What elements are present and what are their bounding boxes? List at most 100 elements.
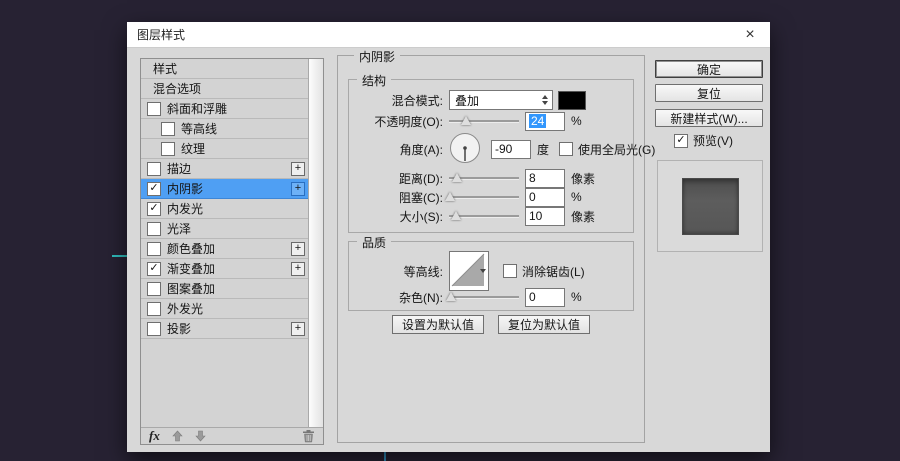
add-effect-instance-button[interactable]: +	[291, 322, 305, 336]
preview-checkbox[interactable]: 预览(V)	[674, 132, 733, 149]
distance-slider-thumb[interactable]	[452, 173, 462, 182]
dialog-titlebar[interactable]: 图层样式 ×	[127, 22, 770, 48]
choke-label: 阻塞(C):	[355, 189, 443, 206]
new-style-button[interactable]: 新建样式(W)...	[655, 109, 763, 127]
sidebar-item-内阴影[interactable]: 内阴影+	[141, 179, 309, 199]
angle-input[interactable]: -90	[491, 140, 531, 159]
opacity-value: 24	[529, 114, 546, 128]
sidebar-item-label: 渐变叠加	[167, 260, 215, 277]
sidebar-item-纹理[interactable]: 纹理	[141, 139, 309, 159]
choke-slider[interactable]	[449, 190, 519, 204]
choke-input[interactable]: 0	[525, 188, 565, 207]
antialias-checkbox[interactable]: 消除锯齿(L)	[503, 263, 585, 280]
size-slider[interactable]	[449, 209, 519, 223]
sidebar-item-label: 斜面和浮雕	[167, 100, 227, 117]
noise-slider-thumb[interactable]	[446, 292, 456, 301]
sidebar-item-样式[interactable]: 样式	[141, 59, 309, 79]
style-enable-checkbox[interactable]	[147, 242, 161, 256]
style-enable-checkbox[interactable]	[147, 262, 161, 276]
antialias-label: 消除锯齿(L)	[522, 263, 585, 280]
preview-checkbox-box[interactable]	[674, 134, 688, 148]
sidebar-item-颜色叠加[interactable]: 颜色叠加 +	[141, 239, 309, 259]
blend-mode-select[interactable]: 叠加	[449, 90, 553, 110]
noise-value: 0	[529, 290, 536, 304]
reset-button[interactable]: 复位	[655, 84, 763, 102]
sidebar-item-斜面和浮雕[interactable]: 斜面和浮雕	[141, 99, 309, 119]
reset-default-button[interactable]: 复位为默认值	[498, 315, 590, 334]
style-enable-checkbox[interactable]	[147, 202, 161, 216]
opacity-unit: %	[571, 114, 582, 128]
contour-picker[interactable]	[449, 251, 489, 291]
style-enable-checkbox[interactable]	[147, 162, 161, 176]
size-slider-thumb[interactable]	[451, 211, 461, 220]
distance-label: 距离(D):	[355, 170, 443, 187]
inner-shadow-panel: 内阴影 结构 混合模式: 叠加 不透明度(O): 24 %	[337, 55, 645, 443]
distance-value: 8	[529, 171, 536, 185]
sidebar-item-渐变叠加[interactable]: 渐变叠加 +	[141, 259, 309, 279]
antialias-checkbox-box[interactable]	[503, 264, 517, 278]
opacity-label: 不透明度(O):	[355, 113, 443, 130]
styles-list-scrollbar[interactable]	[308, 59, 323, 427]
angle-dial[interactable]	[449, 132, 481, 167]
noise-slider[interactable]	[449, 290, 519, 304]
add-effect-instance-button[interactable]: +	[291, 182, 305, 196]
global-light-checkbox-box[interactable]	[559, 142, 573, 156]
sidebar-item-描边[interactable]: 描边+	[141, 159, 309, 179]
sidebar-item-等高线[interactable]: 等高线	[141, 119, 309, 139]
global-light-label: 使用全局光(G)	[578, 141, 655, 158]
sidebar-item-投影[interactable]: 投影 +	[141, 319, 309, 339]
trash-icon[interactable]	[302, 429, 315, 443]
structure-group: 结构 混合模式: 叠加 不透明度(O): 24 % 角度(A):	[348, 79, 634, 233]
default-buttons-row: 设置为默认值 复位为默认值	[338, 315, 644, 334]
fx-icon[interactable]: fx	[149, 428, 160, 444]
size-unit: 像素	[571, 208, 595, 225]
add-effect-instance-button[interactable]: +	[291, 262, 305, 276]
style-enable-checkbox[interactable]	[161, 122, 175, 136]
contour-dropdown-icon	[480, 269, 486, 273]
opacity-slider[interactable]	[449, 114, 519, 128]
sidebar-item-外发光[interactable]: 外发光	[141, 299, 309, 319]
sidebar-item-label: 混合选项	[153, 80, 201, 97]
style-enable-checkbox[interactable]	[147, 182, 161, 196]
style-preview-thumbnail	[682, 178, 739, 235]
sidebar-item-混合选项[interactable]: 混合选项	[141, 79, 309, 99]
sidebar-item-label: 投影	[167, 320, 191, 337]
sidebar-item-label: 颜色叠加	[167, 240, 215, 257]
style-enable-checkbox[interactable]	[147, 102, 161, 116]
blend-mode-row: 混合模式: 叠加	[355, 91, 629, 109]
style-enable-checkbox[interactable]	[147, 222, 161, 236]
distance-slider[interactable]	[449, 171, 519, 185]
sidebar-item-图案叠加[interactable]: 图案叠加	[141, 279, 309, 299]
use-global-light-checkbox[interactable]: 使用全局光(G)	[559, 141, 655, 158]
choke-unit: %	[571, 190, 582, 204]
style-enable-checkbox[interactable]	[161, 142, 175, 156]
move-up-icon[interactable]	[172, 430, 183, 442]
style-enable-checkbox[interactable]	[147, 302, 161, 316]
ok-button[interactable]: 确定	[655, 60, 763, 78]
size-label: 大小(S):	[355, 208, 443, 225]
sidebar-item-label: 等高线	[181, 120, 217, 137]
add-effect-instance-button[interactable]: +	[291, 242, 305, 256]
set-default-button[interactable]: 设置为默认值	[392, 315, 484, 334]
sidebar-item-label: 光泽	[167, 220, 191, 237]
canvas-guide-vertical	[384, 452, 386, 461]
choke-slider-thumb[interactable]	[445, 192, 455, 201]
sidebar-item-label: 样式	[153, 60, 177, 77]
style-enable-checkbox[interactable]	[147, 322, 161, 336]
size-value: 10	[529, 209, 542, 223]
opacity-slider-thumb[interactable]	[461, 116, 471, 125]
opacity-input[interactable]: 24	[525, 112, 565, 131]
move-down-icon[interactable]	[195, 430, 206, 442]
distance-input[interactable]: 8	[525, 169, 565, 188]
size-input[interactable]: 10	[525, 207, 565, 226]
sidebar-item-内发光[interactable]: 内发光	[141, 199, 309, 219]
opacity-row: 不透明度(O): 24 %	[355, 112, 629, 130]
add-effect-instance-button[interactable]: +	[291, 162, 305, 176]
style-enable-checkbox[interactable]	[147, 282, 161, 296]
noise-input[interactable]: 0	[525, 288, 565, 307]
close-icon[interactable]: ×	[740, 26, 760, 44]
shadow-color-swatch[interactable]	[558, 91, 586, 110]
sidebar-item-光泽[interactable]: 光泽	[141, 219, 309, 239]
preview-label: 预览(V)	[693, 132, 733, 149]
size-row: 大小(S): 10 像素	[355, 207, 629, 225]
